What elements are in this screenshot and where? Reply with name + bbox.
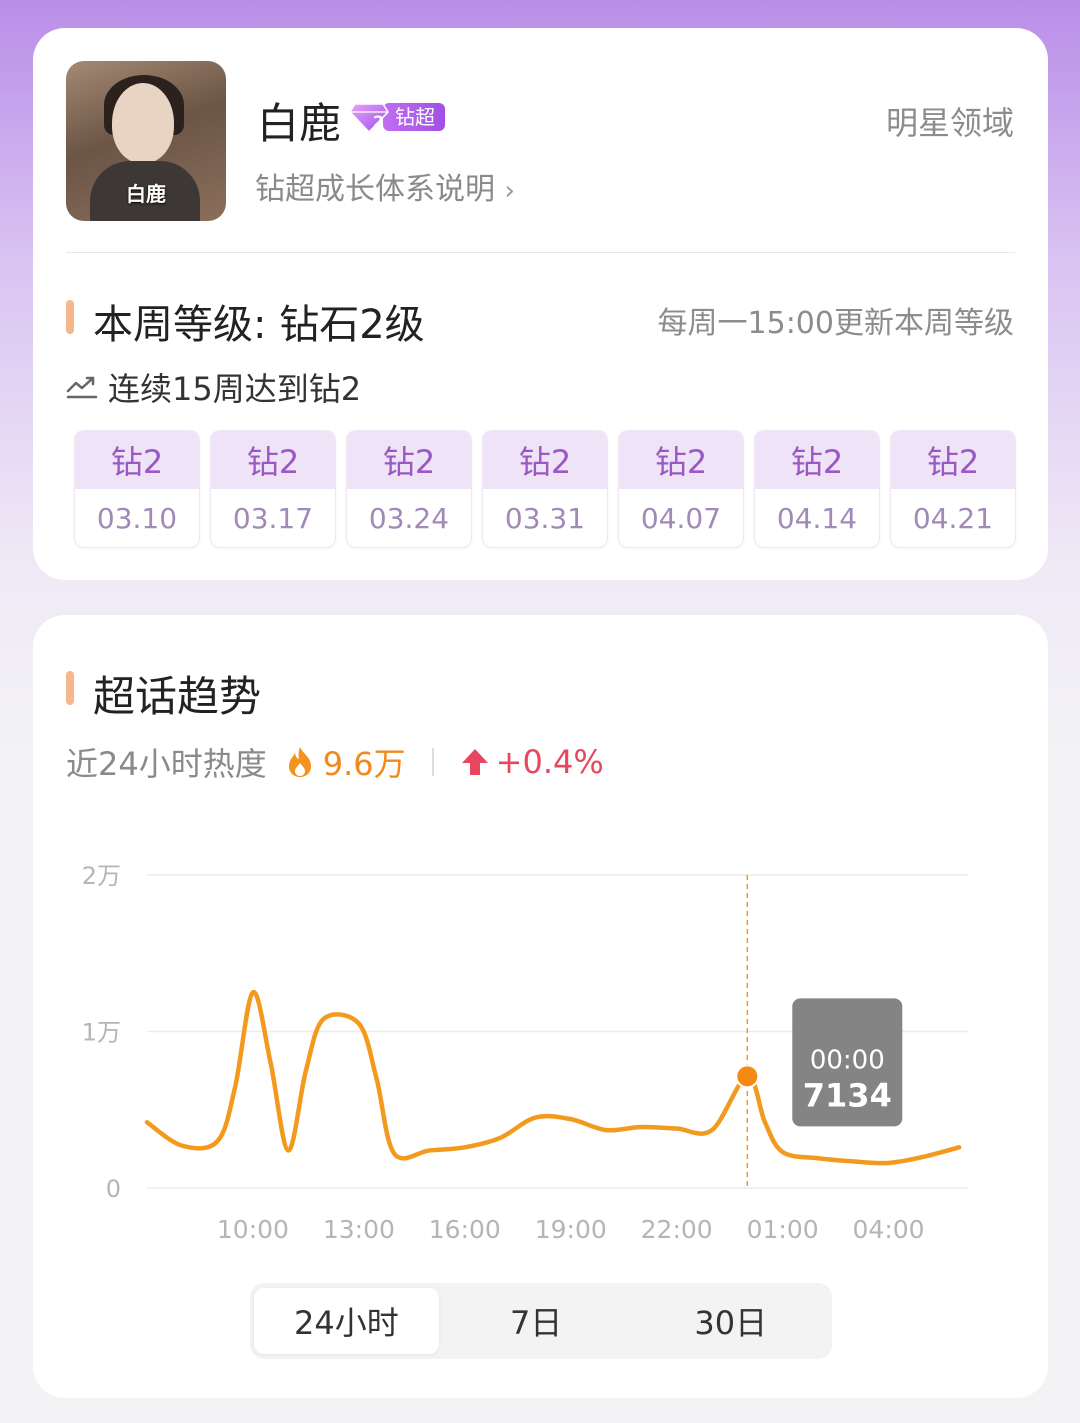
weekly-level-title: 本周等级: 钻石2级 <box>93 302 425 348</box>
topic-trend-card: 超话趋势 近24小时热度 9.6万 +0.4% 0 1万 2万 10:00 13:00 1… <box>33 615 1048 1398</box>
x-tick-label: 22:00 <box>641 1215 713 1244</box>
week-level: 钻2 <box>211 431 335 489</box>
y-tick-label: 0 <box>106 1175 121 1203</box>
tooltip-time: 00:00 <box>810 1045 885 1075</box>
x-tick-label: 19:00 <box>535 1215 607 1244</box>
range-selector: 24小时 7日 30日 <box>250 1283 832 1359</box>
x-tick-label: 04:00 <box>853 1215 925 1244</box>
flame-icon <box>288 747 311 777</box>
avatar-caption: 白鹿 <box>126 182 166 206</box>
tab-24h[interactable]: 24小时 <box>254 1288 439 1354</box>
week-date: 03.17 <box>232 501 314 535</box>
week-item[interactable]: 钻2 03.24 <box>346 430 472 548</box>
week-level: 钻2 <box>755 431 879 489</box>
section-accent-bar <box>66 671 74 705</box>
diamond-icon: 2 <box>349 100 389 134</box>
avatar[interactable]: 白鹿 <box>66 61 226 221</box>
heat-change: +0.4% <box>495 743 604 781</box>
update-note: 每周一15:00更新本周等级 <box>657 306 1014 341</box>
week-date: 03.31 <box>504 501 586 535</box>
week-level: 钻2 <box>347 431 471 489</box>
week-level: 钻2 <box>75 431 199 489</box>
heat-label: 近24小时热度 <box>66 745 267 783</box>
chevron-right-icon: › <box>504 176 515 206</box>
week-date: 03.24 <box>368 501 450 535</box>
x-tick-label: 13:00 <box>323 1215 395 1244</box>
avatar-face <box>112 83 174 163</box>
week-item[interactable]: 钻2 03.31 <box>482 430 608 548</box>
week-level: 钻2 <box>619 431 743 489</box>
domain-link[interactable]: 明星领域 <box>886 98 1014 144</box>
week-date: 04.07 <box>640 501 722 535</box>
section-accent-bar <box>66 300 74 334</box>
x-tick-label: 01:00 <box>747 1215 819 1244</box>
trend-line-chart[interactable]: 0 1万 2万 10:00 13:00 16:00 19:00 22:00 01:00 04:00… <box>33 835 1048 1255</box>
week-item[interactable]: 钻2 03.17 <box>210 430 336 548</box>
trend-up-icon <box>66 376 98 399</box>
streak-text: 连续15周达到钻2 <box>108 370 362 408</box>
y-tick-label: 2万 <box>82 862 121 890</box>
tab-30d[interactable]: 30日 <box>633 1288 828 1354</box>
heat-value: 9.6万 <box>322 745 406 783</box>
week-date: 04.21 <box>912 501 994 535</box>
separator <box>431 748 434 776</box>
week-item[interactable]: 钻2 03.10 <box>74 430 200 548</box>
x-tick-label: 10:00 <box>217 1215 289 1244</box>
tooltip-value: 7134 <box>803 1076 892 1114</box>
y-tick-label: 1万 <box>82 1019 121 1047</box>
divider <box>66 252 1015 253</box>
growth-system-link[interactable]: 钻超成长体系说明 › <box>255 164 515 208</box>
diamond-super-badge[interactable]: 2 钻超 <box>349 100 445 134</box>
trend-title: 超话趋势 <box>93 672 262 721</box>
week-item[interactable]: 钻2 04.07 <box>618 430 744 548</box>
x-tick-label: 16:00 <box>429 1215 501 1244</box>
heat-summary: 近24小时热度 9.6万 +0.4% <box>66 739 604 785</box>
badge-label: 钻超 <box>383 103 445 131</box>
star-name: 白鹿 <box>257 99 342 148</box>
highlight-point <box>735 1064 760 1089</box>
week-item[interactable]: 钻2 04.21 <box>890 430 1016 548</box>
arrow-up-icon <box>461 749 488 775</box>
badge-level: 2 <box>373 112 385 131</box>
streak-row: 连续15周达到钻2 <box>66 364 361 410</box>
growth-link-label: 钻超成长体系说明 <box>255 172 495 207</box>
week-level: 钻2 <box>891 431 1015 489</box>
weekly-level-list: 钻2 03.10 钻2 03.17 钻2 03.24 钻2 03.31 钻2 04.07 … <box>74 430 1016 548</box>
week-level: 钻2 <box>483 431 607 489</box>
week-item[interactable]: 钻2 04.14 <box>754 430 880 548</box>
star-level-card: 白鹿 白鹿 2 钻超 钻超成长体系说明 › 明星领域 本周等级: 钻石2级 每周… <box>33 28 1048 580</box>
week-date: 04.14 <box>776 501 858 535</box>
tab-7d[interactable]: 7日 <box>439 1288 634 1354</box>
week-date: 03.10 <box>96 501 178 535</box>
